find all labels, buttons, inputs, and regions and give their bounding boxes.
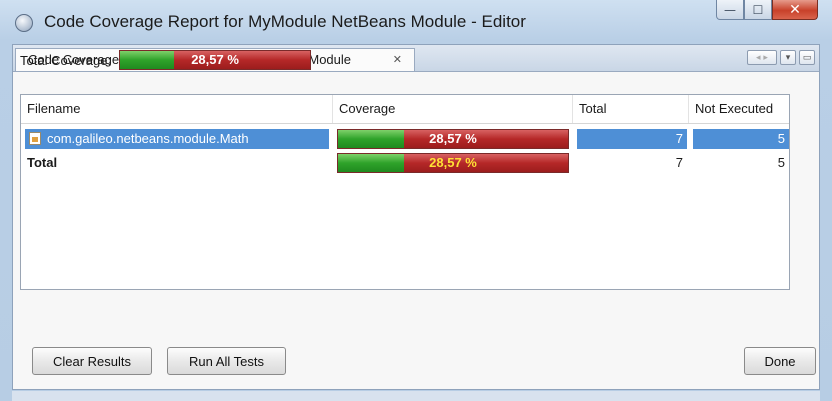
total-row-label: Total: [27, 155, 58, 170]
done-button[interactable]: Done: [744, 347, 816, 375]
filename-cell[interactable]: com.galileo.netbeans.module.Math: [25, 129, 329, 149]
column-header-not-executed[interactable]: Not Executed: [689, 95, 791, 123]
column-header-filename[interactable]: Filename: [21, 95, 333, 123]
total-row-not-executed-cell: 5: [777, 155, 785, 170]
tab-close-icon[interactable]: ✕: [393, 49, 402, 71]
total-row-coverage-bar: 28,57 %: [337, 153, 569, 173]
tab-controls: ◂ ▸ ▾ ▭: [747, 50, 815, 65]
java-file-icon: [29, 132, 41, 145]
total-cell[interactable]: 7: [577, 129, 687, 149]
row-coverage-value: 28,57 %: [429, 131, 477, 146]
window-title: Code Coverage Report for MyModule NetBea…: [44, 12, 526, 31]
column-header-coverage[interactable]: Coverage: [333, 95, 573, 123]
not-executed-cell[interactable]: 5: [693, 129, 789, 149]
total-row-total-cell: 7: [675, 155, 683, 170]
column-header-total[interactable]: Total: [573, 95, 689, 123]
tab-scroll-arrows-icon[interactable]: ◂ ▸: [747, 50, 777, 65]
total-coverage-bar: 28,57 %: [119, 50, 312, 70]
total-coverage-value: 28,57 %: [191, 52, 239, 67]
window-controls: — ☐ ✕: [716, 0, 818, 22]
maximize-button[interactable]: ☐: [744, 0, 772, 20]
filename-text: com.galileo.netbeans.module.Math: [47, 131, 249, 146]
total-coverage-label: Total Coverage:: [20, 52, 112, 68]
title-bar[interactable]: Code Coverage Report for MyModule NetBea…: [0, 0, 832, 42]
netbeans-app-icon: [15, 14, 33, 32]
editor-window: Code Coverage Report for MyModule NetBea…: [0, 0, 832, 401]
row-coverage-bar: 28,57 %: [337, 129, 569, 149]
bottom-strip: [12, 391, 820, 401]
total-coverage-summary: Total Coverage: 28,57 %: [20, 50, 312, 70]
table-header: Filename Coverage Total Not Executed: [21, 95, 789, 124]
maximize-window-icon[interactable]: ▭: [799, 50, 815, 65]
total-row-coverage-value: 28,57 %: [429, 155, 477, 170]
close-window-button[interactable]: ✕: [772, 0, 818, 20]
coverage-table: Filename Coverage Total Not Executed com…: [20, 94, 790, 290]
clear-results-button[interactable]: Clear Results: [32, 347, 152, 375]
minimize-button[interactable]: —: [716, 0, 744, 20]
table-row[interactable]: com.galileo.netbeans.module.Math 28,57 %…: [21, 127, 789, 151]
tab-list-dropdown-icon[interactable]: ▾: [780, 50, 796, 65]
total-row[interactable]: Total 28,57 % 7 5: [21, 151, 789, 175]
run-all-tests-button[interactable]: Run All Tests: [167, 347, 286, 375]
